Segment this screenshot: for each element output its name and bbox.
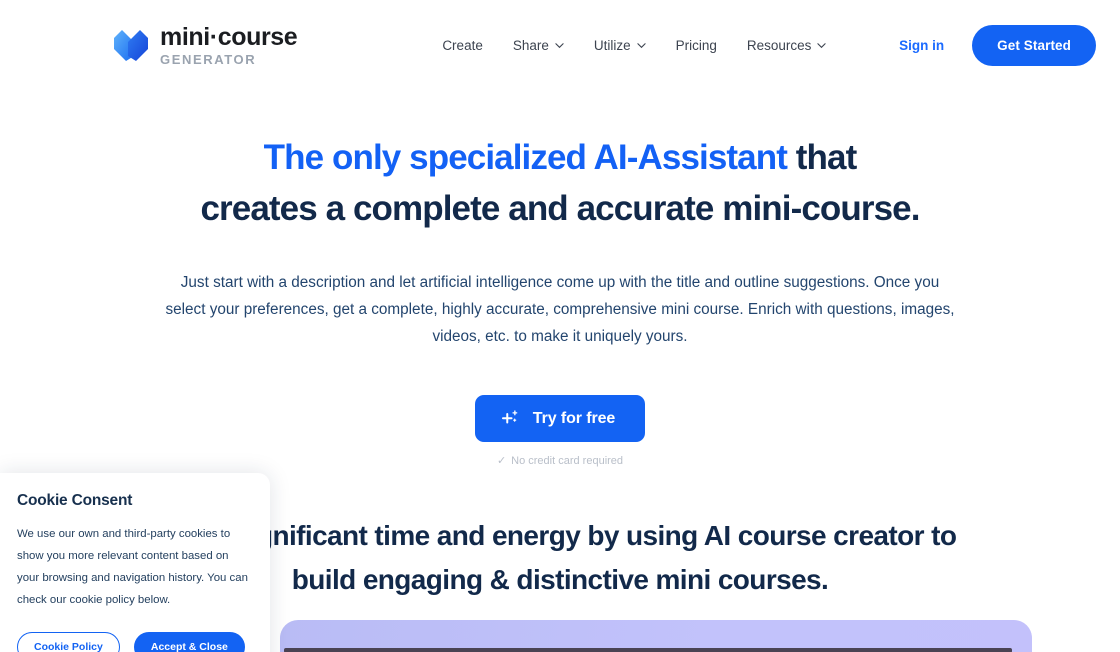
no-credit-card-label: No credit card required bbox=[511, 454, 624, 467]
brand-subtitle: GENERATOR bbox=[160, 52, 257, 68]
chevron-down-icon bbox=[817, 42, 827, 48]
nav-item-label: Utilize bbox=[593, 37, 631, 53]
chevron-down-icon bbox=[555, 42, 564, 48]
sparkle-icon bbox=[501, 410, 518, 424]
nav-item-resources[interactable]: Resources bbox=[747, 38, 827, 53]
nav-item-label: Share bbox=[512, 37, 549, 53]
brand-logo-link[interactable]: mini·course GENERATOR bbox=[113, 22, 298, 68]
hero-cta-wrap: Try for free ✓ No credit card required bbox=[0, 395, 1120, 467]
try-for-free-button[interactable]: Try for free bbox=[474, 395, 646, 443]
cookie-consent-actions: Cookie Policy Accept & Close bbox=[17, 631, 250, 652]
hero-title-accent: The only specialized AI-Assistant bbox=[263, 138, 788, 177]
nav-item-label: Pricing bbox=[675, 37, 717, 53]
nav-item-utilize[interactable]: Utilize bbox=[594, 38, 646, 53]
hero-subtitle: Just start with a description and let ar… bbox=[165, 273, 955, 345]
nav-item-pricing[interactable]: Pricing bbox=[676, 38, 717, 53]
brand-text: mini·course GENERATOR bbox=[160, 22, 298, 68]
hero-title-line2: creates a complete and accurate mini-cou… bbox=[200, 188, 920, 228]
hero-section: The only specialized AI-Assistant that c… bbox=[0, 90, 1120, 467]
hero-title-rest: that bbox=[786, 138, 857, 177]
no-credit-card-note: ✓ No credit card required bbox=[496, 454, 624, 468]
cookie-consent-title: Cookie Consent bbox=[17, 492, 133, 509]
cookie-consent-dialog: Cookie Consent We use our own and third-… bbox=[0, 473, 270, 652]
cookie-policy-button[interactable]: Cookie Policy bbox=[17, 631, 120, 652]
value-prop-title: Save significant time and energy by usin… bbox=[163, 520, 957, 595]
nav-item-create[interactable]: Create bbox=[442, 38, 483, 53]
sign-in-link[interactable]: Sign in bbox=[899, 38, 944, 53]
media-preview-card-base bbox=[284, 648, 1012, 652]
nav-item-share[interactable]: Share bbox=[513, 38, 564, 53]
accept-and-close-button[interactable]: Accept & Close bbox=[133, 631, 245, 652]
site-header: mini·course GENERATOR Create Share Utili… bbox=[0, 0, 1120, 90]
get-started-button[interactable]: Get Started bbox=[972, 24, 1096, 66]
nav-item-label: Create bbox=[442, 37, 483, 53]
nav-item-label: Resources bbox=[746, 37, 812, 53]
main-nav: Create Share Utilize Pricing Resources bbox=[442, 38, 827, 53]
try-for-free-label: Try for free bbox=[532, 409, 616, 427]
hero-title: The only specialized AI-Assistant that c… bbox=[0, 133, 1120, 235]
check-icon: ✓ bbox=[496, 455, 507, 468]
header-actions: Sign in Get Started bbox=[899, 24, 1096, 66]
cookie-consent-body: We use our own and third-party cookies t… bbox=[17, 528, 248, 606]
chevron-down-icon bbox=[637, 42, 646, 48]
mini-course-logo-icon bbox=[114, 29, 148, 61]
brand-name: mini·course bbox=[160, 22, 298, 51]
